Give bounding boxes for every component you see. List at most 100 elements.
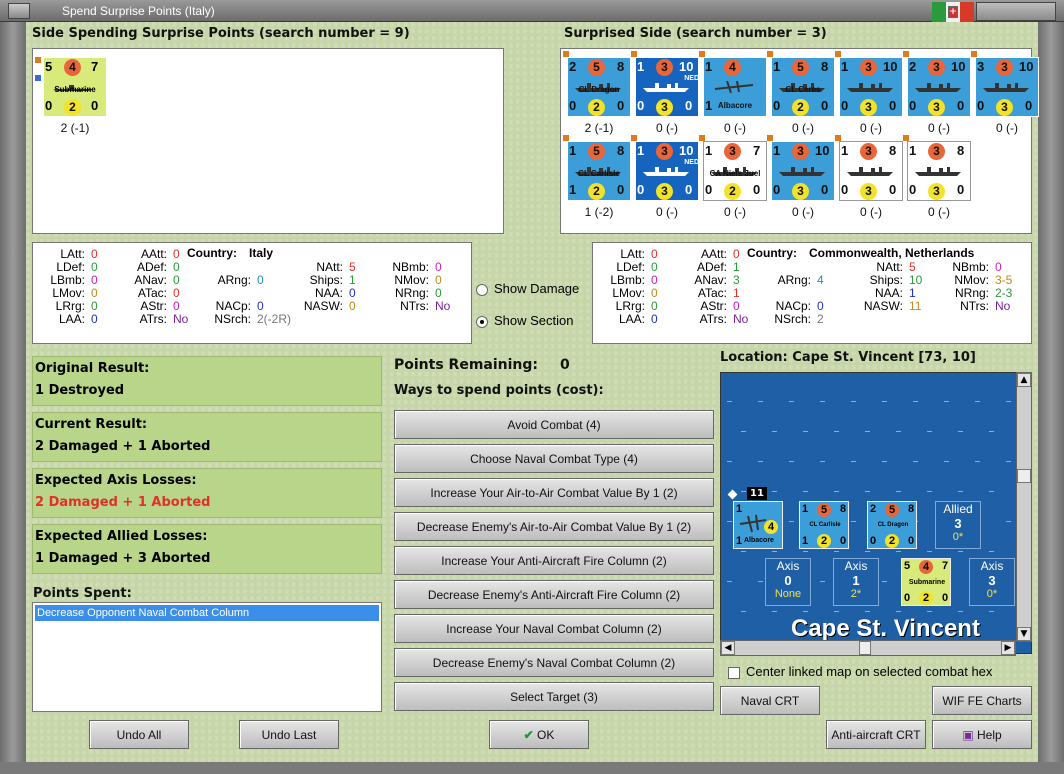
stat-value: 0 — [173, 273, 180, 287]
map-unit-cl-carlisle[interactable]: 1 5 8 CL Carlisle 1 2 0 — [799, 501, 849, 549]
list-item[interactable]: Decrease Opponent Naval Combat Column — [35, 605, 379, 621]
sea-dot — [803, 551, 808, 552]
unit-counter[interactable]: 3 3 10 0 3 0 0 (-) — [975, 57, 1039, 135]
show-section-radio[interactable]: Show Section — [476, 313, 574, 328]
sea-dot — [727, 461, 732, 462]
close-button[interactable] — [976, 2, 1056, 21]
center-linked-checkbox[interactable]: Center linked map on selected combat hex — [728, 664, 992, 679]
box-value: 0 — [784, 573, 792, 588]
unit-counter[interactable]: 2 3 10 0 3 0 0 (-) — [907, 57, 971, 135]
unit-counter[interactable]: 1 3 10 NED 0 3 0 0 (-) — [635, 141, 699, 219]
unit-counter[interactable]: 1 3 10 0 3 0 0 (-) — [771, 141, 835, 219]
stat-value: 0 — [173, 247, 180, 261]
spend-option-button[interactable]: Decrease Enemy's Air-to-Air Combat Value… — [394, 512, 714, 541]
axis-strength-box: Axis 1 2* — [833, 558, 879, 606]
stack-count-badge: 11 — [747, 487, 767, 500]
undo-last-button[interactable]: Undo Last — [239, 720, 339, 749]
points-spent-list[interactable]: Decrease Opponent Naval Combat Column — [32, 602, 382, 712]
stat-key: LRrg: — [615, 299, 645, 313]
map-horizontal-scrollbar[interactable]: ◀ ▶ — [720, 640, 1016, 656]
unit-value: 0 — [942, 592, 949, 604]
sea-dot — [944, 401, 949, 402]
counter-bot-left: 1 — [569, 182, 577, 197]
stat-key: ADef: — [696, 260, 727, 274]
ok-button[interactable]: ✔ OK — [489, 720, 589, 749]
sea-dot — [803, 431, 808, 432]
unit-counter[interactable]: 2 5 8 CL Dragon 0 2 0 2 (-1) — [567, 57, 631, 135]
scroll-down-icon[interactable]: ▼ — [1017, 627, 1031, 641]
unit-value: 2 — [870, 503, 877, 515]
spend-option-button[interactable]: Increase Your Anti-Aircraft Fire Column … — [394, 546, 714, 575]
spend-option-button[interactable]: Avoid Combat (4) — [394, 410, 714, 439]
unit-counter[interactable]: 1 5 8 CL Ceres 0 2 0 0 (-) — [771, 57, 835, 135]
show-damage-radio[interactable]: Show Damage — [476, 281, 579, 296]
stat-key: AAtt: — [700, 247, 727, 261]
stat-value: 0 — [733, 247, 740, 261]
counter-top-right: 8 — [957, 143, 965, 158]
wif-charts-button[interactable]: WIF FE Charts — [932, 686, 1032, 715]
unit-value: 2 — [885, 534, 899, 548]
spend-option-button[interactable]: Increase Your Naval Combat Column (2) — [394, 614, 714, 643]
scroll-thumb[interactable] — [1017, 469, 1031, 483]
counter-caption: 0 (-) — [656, 205, 678, 219]
counter-caption: 2 (-1) — [60, 121, 90, 135]
sea-dot — [896, 611, 901, 612]
sea-dot — [989, 611, 994, 612]
scroll-up-icon[interactable]: ▲ — [1017, 373, 1031, 387]
center-linked-label: Center linked map on selected combat hex — [746, 664, 993, 679]
sea-dot — [1006, 461, 1011, 462]
map-place-name: Cape St. Vincent — [791, 615, 980, 642]
counter-top-mid: 3 — [724, 143, 741, 160]
sea-dot — [927, 551, 932, 552]
scroll-left-icon[interactable]: ◀ — [721, 641, 735, 655]
allied-stats-panel: Country: Commonwealth, Netherlands LAtt:… — [592, 242, 1032, 344]
help-button[interactable]: ▣ Help — [932, 720, 1032, 749]
stat-value: 0 — [435, 260, 442, 274]
scroll-right-icon[interactable]: ▶ — [1001, 641, 1015, 655]
show-damage-label: Show Damage — [494, 281, 580, 296]
title-bar[interactable]: Spend Surprise Points (Italy) + — [0, 0, 1064, 22]
spend-option-button[interactable]: Decrease Enemy's Naval Combat Column (2) — [394, 648, 714, 677]
stat-value: 3 — [733, 273, 740, 287]
unit-counter[interactable]: 1 5 8 CL Carlisle 1 2 0 1 (-2) — [567, 141, 631, 219]
map-view[interactable]: 11 1 4 1 Albacore 1 5 8 CL Carlisle 1 2 … — [720, 372, 1032, 654]
unit-counter[interactable]: 1380300 (-) — [907, 141, 971, 219]
sea-dot — [865, 431, 870, 432]
unit-counter[interactable]: 1 3 10 NED 0 3 0 0 (-) — [635, 57, 699, 135]
sea-dot — [913, 401, 918, 402]
map-unit-albacore[interactable]: 1 4 1 Albacore — [733, 501, 783, 549]
spend-option-button[interactable]: Select Target (3) — [394, 682, 714, 711]
map-vertical-scrollbar[interactable]: ▲ ▼ — [1016, 372, 1032, 642]
unit-counter[interactable]: 1380300 (-) — [839, 141, 903, 219]
spend-option-button[interactable]: Choose Naval Combat Type (4) — [394, 444, 714, 473]
map-unit-submarine[interactable]: 5 4 7 Submarine 0 2 0 — [901, 558, 951, 606]
counter-top-left: 1 — [705, 143, 713, 158]
unit-counter[interactable]: 1 3 10 0 3 0 0 (-) — [839, 57, 903, 135]
spend-option-button[interactable]: Increase Your Air-to-Air Combat Value By… — [394, 478, 714, 507]
spend-option-button[interactable]: Decrease Enemy's Anti-Aircraft Fire Colu… — [394, 580, 714, 609]
sea-dot — [958, 551, 963, 552]
box-sub: 0* — [952, 531, 964, 543]
sea-dot — [1006, 401, 1011, 402]
undo-all-button[interactable]: Undo All — [89, 720, 189, 749]
unit-counter[interactable]: 1 4 Albacore 1 0 (-) — [703, 57, 767, 135]
stat-value: 0 — [91, 260, 98, 274]
stat-value: 0 — [91, 312, 98, 326]
counter-top-left: 2 — [909, 59, 917, 74]
sea-dot — [927, 491, 932, 492]
naval-crt-button[interactable]: Naval CRT — [720, 686, 820, 715]
anti-aircraft-crt-button[interactable]: Anti-aircraft CRT — [826, 720, 926, 749]
current-result-box: Current Result: 2 Damaged + 1 Aborted — [32, 412, 382, 462]
scroll-thumb[interactable] — [859, 641, 871, 655]
stat-key: NSrch: — [214, 312, 251, 326]
stat-key: ARng: — [217, 273, 251, 287]
sea-dot — [882, 401, 887, 402]
unit-counter[interactable]: 1 3 7 CA Niels Juel 0 2 0 0 (-) — [703, 141, 767, 219]
counter-bot-right: 0 — [889, 98, 897, 113]
stat-key: NAtt: — [316, 260, 343, 274]
map-unit-cl-dragon[interactable]: 2 5 8 CL Dragon 0 2 0 — [867, 501, 917, 549]
counter-top-right: 8 — [617, 143, 625, 158]
counter-bot-mid: 3 — [656, 183, 673, 200]
submarine-counter[interactable]: 5 4 7 Submarine 0 2 0 2 (-1) — [43, 57, 107, 135]
system-menu-button[interactable] — [8, 3, 30, 19]
